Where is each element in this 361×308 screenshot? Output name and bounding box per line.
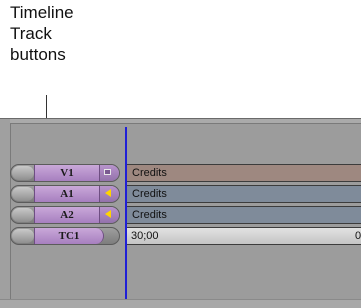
position-indicator[interactable] xyxy=(125,127,127,299)
track-button-group-tc1: TC1 xyxy=(10,227,120,245)
timecode-value: 30;00 xyxy=(131,230,159,242)
track-row-a2: A2 Credits xyxy=(10,205,361,225)
track-selector-left-cap[interactable] xyxy=(12,208,34,222)
clip-a2[interactable]: Credits xyxy=(126,206,361,224)
track-row-tc1: TC1 30;00 0 xyxy=(10,226,361,246)
track-row-a1: A1 Credits xyxy=(10,184,361,204)
track-selector-left-cap[interactable] xyxy=(12,166,34,180)
video-monitor-button[interactable] xyxy=(100,165,119,181)
track-selector-left-cap[interactable] xyxy=(12,187,34,201)
track-button-group-a1: A1 xyxy=(10,185,120,203)
track-button-a2[interactable]: A2 xyxy=(34,207,100,223)
audio-monitor-button[interactable] xyxy=(100,207,119,223)
monitor-square-icon xyxy=(104,169,111,175)
track-row-v1: V1 Credits xyxy=(10,163,361,183)
timecode-value-next: 0 xyxy=(355,230,361,242)
callout-label: Timeline Track buttons xyxy=(10,3,74,64)
panel-left-frame xyxy=(0,119,10,308)
track-button-group-a2: A2 xyxy=(10,206,120,224)
timecode-track: 30;00 0 xyxy=(126,227,361,245)
track-selector-left-cap[interactable] xyxy=(12,229,34,243)
clip-v1[interactable]: Credits xyxy=(126,164,361,182)
track-button-tc1[interactable]: TC1 xyxy=(34,228,104,244)
track-button-group-v1: V1 xyxy=(10,164,120,182)
clip-a1[interactable]: Credits xyxy=(126,185,361,203)
speaker-icon xyxy=(105,210,111,218)
speaker-icon xyxy=(105,189,111,197)
audio-monitor-button[interactable] xyxy=(100,186,119,202)
track-button-v1[interactable]: V1 xyxy=(34,165,100,181)
track-button-a1[interactable]: A1 xyxy=(34,186,100,202)
